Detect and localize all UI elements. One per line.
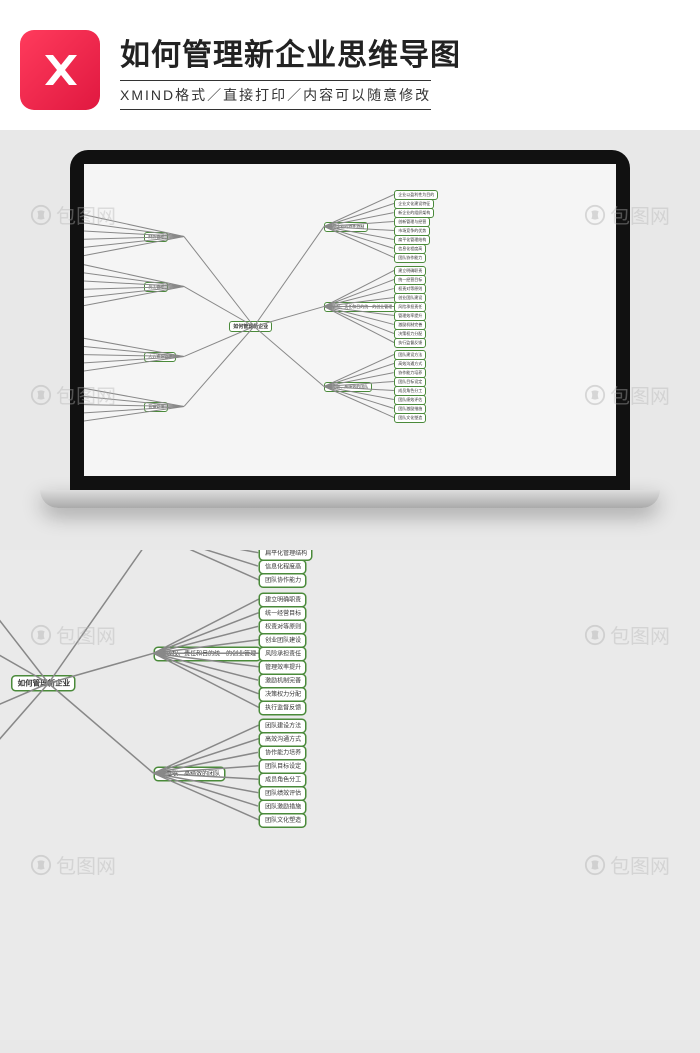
mindmap-large: 如何管理新企业财务管理财务管理机制财务人员培训成本核算控制财务风险管理利润分配方… (0, 550, 700, 1040)
mindmap-child-node: 团队文化塑造 (394, 413, 426, 423)
laptop-mockup: 如何管理新企业财务管理财务管理机制财务人员培训成本核算控制财务风险管理利润分配方… (40, 150, 660, 530)
mindmap-child-node: 团队协作能力 (259, 573, 307, 588)
mindmap-detail-area: 如何管理新企业财务管理财务管理机制财务人员培训成本核算控制财务风险管理利润分配方… (0, 550, 700, 1040)
mindmap-child-node: 执行监督反馈 (259, 701, 307, 716)
mindmap-small: 如何管理新企业财务管理财务管理机制财务人员培训成本核算控制财务风险管理利润分配方… (84, 164, 616, 476)
header-text: 如何管理新企业思维导图 XMIND格式／直接打印／内容可以随意修改 (120, 30, 680, 110)
page-title: 如何管理新企业思维导图 (120, 30, 680, 74)
mindmap-child-node: 团队文化塑造 (259, 813, 307, 828)
mindmap-child-node: 团队协作能力 (394, 253, 426, 263)
header: 如何管理新企业思维导图 XMIND格式／直接打印／内容可以随意修改 (0, 0, 700, 130)
mindmap-child-node: 执行监督反馈 (394, 338, 426, 348)
laptop-screen: 如何管理新企业财务管理财务管理机制财务人员培训成本核算控制财务风险管理利润分配方… (70, 150, 630, 490)
page-subtitle: XMIND格式／直接打印／内容可以随意修改 (120, 80, 431, 110)
laptop-base (40, 490, 660, 508)
laptop-screen-content: 如何管理新企业财务管理财务管理机制财务人员培训成本核算控制财务风险管理利润分配方… (84, 164, 616, 476)
laptop-preview-area: 如何管理新企业财务管理财务管理机制财务人员培训成本核算控制财务风险管理利润分配方… (0, 130, 700, 550)
xmind-logo-icon (20, 30, 100, 110)
